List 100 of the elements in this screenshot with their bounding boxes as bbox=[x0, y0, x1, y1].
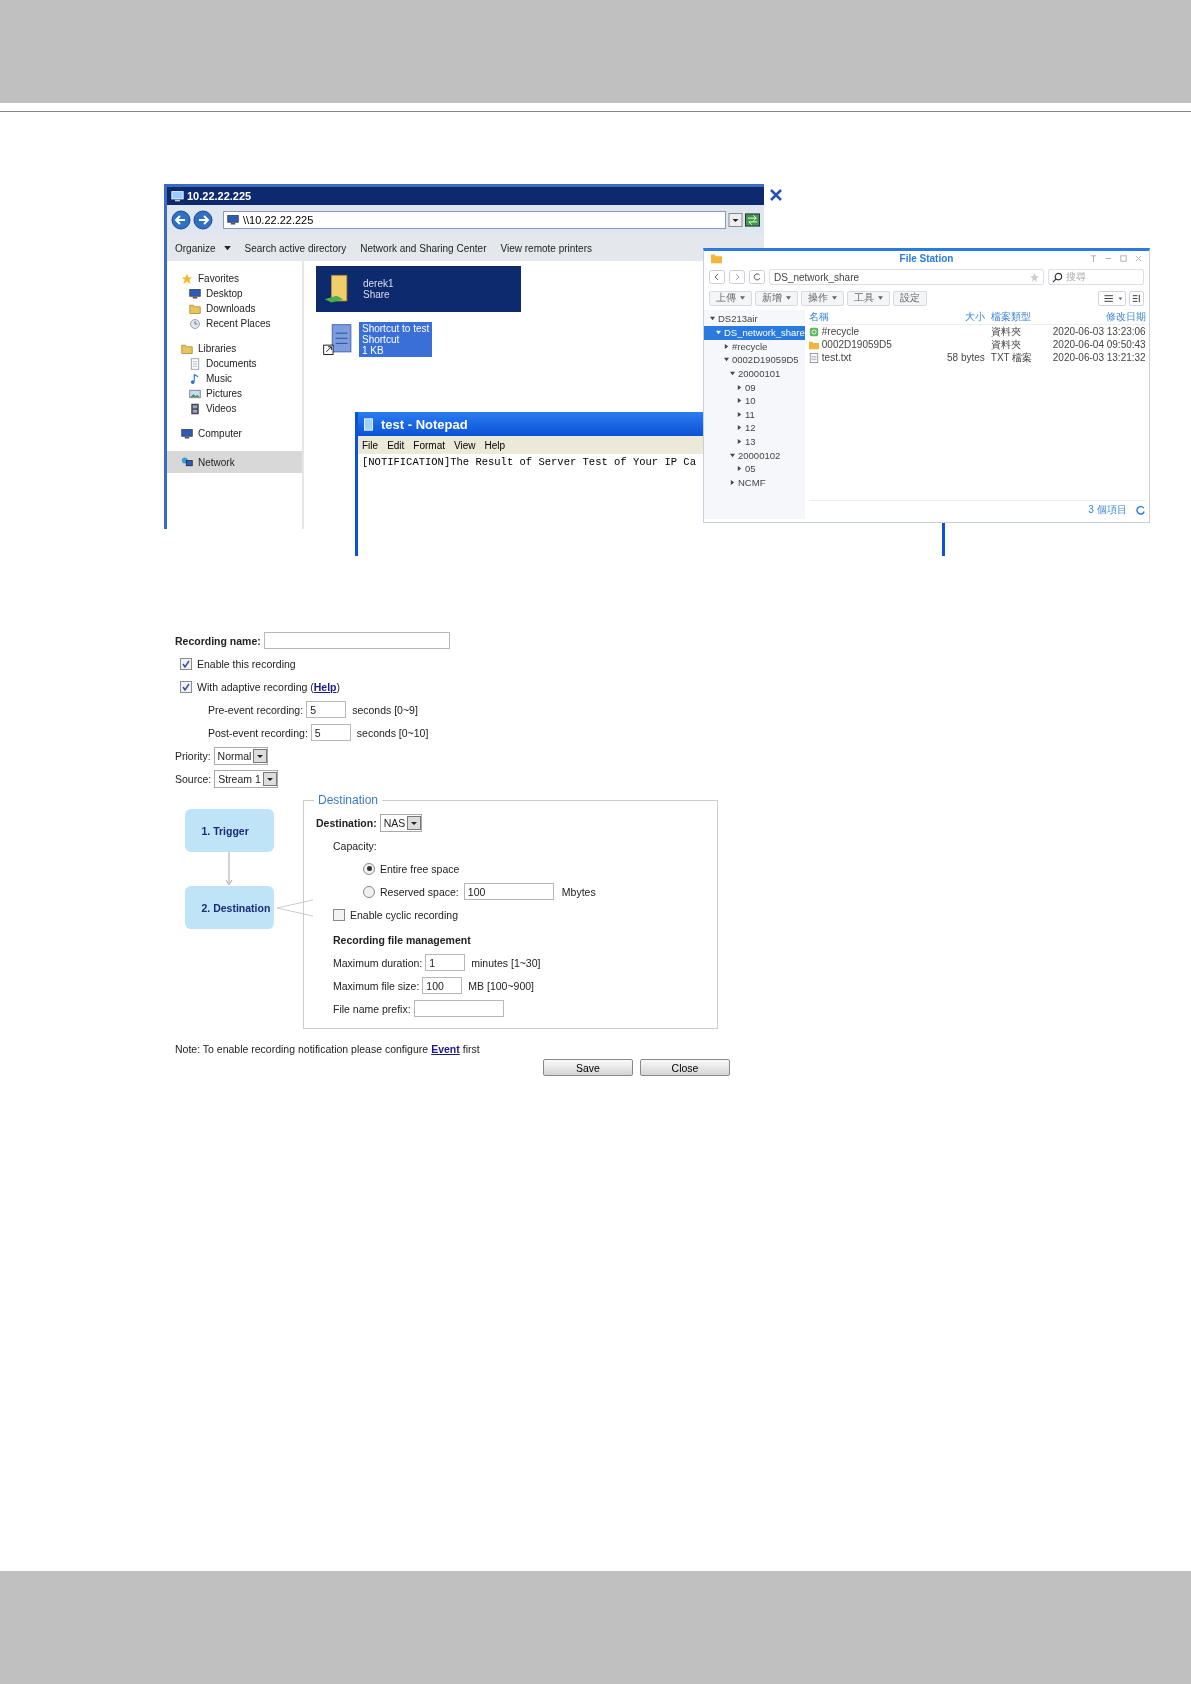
recycle-bin-icon bbox=[808, 326, 819, 337]
panel-legend: Destination bbox=[314, 793, 383, 807]
address-field[interactable]: \\10.22.22.225 bbox=[223, 211, 726, 229]
monitor-icon bbox=[171, 189, 184, 203]
number-field[interactable]: 100 bbox=[463, 883, 554, 900]
dropdown[interactable]: Stream 1 bbox=[214, 769, 278, 788]
toolbar-button[interactable]: 設定 bbox=[893, 290, 927, 306]
number-field[interactable]: 5 bbox=[306, 701, 347, 718]
star-icon[interactable] bbox=[1030, 272, 1039, 282]
radio-button[interactable] bbox=[363, 862, 375, 875]
path-field[interactable]: DS_network_share bbox=[769, 269, 1044, 285]
folder-tree-item[interactable]: 10 bbox=[704, 393, 805, 408]
folder-tree-item[interactable]: DS_network_share bbox=[704, 325, 805, 340]
note-text: Note: To enable recording notification please configure Event first bbox=[175, 1042, 481, 1057]
nav-item[interactable]: Recent Places bbox=[167, 316, 302, 331]
refresh-icon[interactable] bbox=[1134, 504, 1146, 516]
menu-item[interactable]: Edit bbox=[387, 439, 405, 451]
checkbox[interactable] bbox=[180, 657, 192, 670]
recording-name-field[interactable] bbox=[263, 632, 450, 649]
folder-tree-item[interactable]: 12 bbox=[704, 421, 805, 435]
list-view-icon[interactable] bbox=[1098, 290, 1126, 306]
checkbox[interactable] bbox=[180, 680, 192, 693]
field-label: Recording name: bbox=[175, 634, 261, 647]
file-name: test.txt bbox=[821, 352, 852, 363]
search-icon bbox=[1052, 271, 1063, 283]
folder-tree-item[interactable]: 20000101 bbox=[704, 366, 805, 381]
nav-item[interactable]: Pictures bbox=[167, 386, 302, 401]
refresh-icon[interactable] bbox=[749, 270, 765, 284]
toolbar-button[interactable]: 上傳 bbox=[709, 290, 752, 306]
dropdown[interactable]: NAS bbox=[379, 813, 423, 832]
network-icon bbox=[181, 456, 193, 468]
radio-button[interactable] bbox=[363, 885, 375, 898]
file-row[interactable]: #recycle 資料夾 2020-06-03 13:23:06 bbox=[808, 325, 1146, 338]
nav-item[interactable]: Downloads bbox=[167, 301, 302, 316]
radio-label: Reserved space: bbox=[380, 885, 459, 898]
range-hint: seconds [0~10] bbox=[356, 726, 429, 739]
form-button[interactable]: Save bbox=[543, 1059, 633, 1076]
event-link[interactable]: Event bbox=[431, 1043, 460, 1055]
arrow-icon bbox=[225, 852, 233, 886]
dropdown[interactable]: Normal bbox=[213, 746, 269, 765]
number-field[interactable]: 1 bbox=[425, 954, 466, 971]
item-name: Shortcut to test bbox=[362, 323, 430, 334]
file-row[interactable]: test.txt 58 bytes TXT 檔案 2020-06-03 13:21:32 bbox=[808, 351, 1146, 364]
step-box[interactable]: 2. Destination bbox=[184, 886, 274, 929]
star-icon bbox=[181, 272, 193, 285]
checkbox[interactable] bbox=[333, 908, 345, 921]
menu-item[interactable]: Format bbox=[413, 439, 446, 451]
caret-down-icon bbox=[730, 371, 735, 377]
nav-item[interactable]: Favorites bbox=[167, 271, 302, 286]
form-button[interactable]: Close bbox=[640, 1059, 730, 1076]
music-note-icon bbox=[189, 372, 201, 385]
toolbar-button[interactable]: View remote printers bbox=[500, 242, 592, 254]
folder-tree-item[interactable]: DS213air bbox=[704, 312, 805, 326]
folder-tree-item[interactable]: 09 bbox=[704, 380, 805, 394]
menu-item[interactable]: View bbox=[454, 439, 476, 451]
folder-tree-item[interactable]: #recycle bbox=[704, 339, 805, 354]
file-type: TXT 檔案 bbox=[990, 350, 1033, 365]
close-icon[interactable] bbox=[770, 189, 782, 201]
caret-right-icon bbox=[737, 398, 742, 404]
toolbar-button[interactable]: Organize bbox=[175, 242, 231, 254]
nav-item[interactable]: Desktop bbox=[167, 286, 302, 301]
folder-tree-item[interactable]: NCMF bbox=[704, 475, 805, 490]
step-box[interactable]: 1. Trigger bbox=[184, 809, 274, 852]
folder-tree-item[interactable]: 0002D19059D5 bbox=[704, 353, 805, 367]
window-title: File Station bbox=[899, 253, 954, 264]
folder-tree-item[interactable]: 20000102 bbox=[704, 448, 805, 462]
back-icon[interactable] bbox=[709, 270, 725, 284]
number-field[interactable]: 5 bbox=[310, 724, 351, 741]
shared-folder-item[interactable]: derek1 Share bbox=[316, 266, 521, 312]
toolbar-button[interactable]: 新增 bbox=[755, 290, 798, 306]
nav-item[interactable]: Documents bbox=[167, 356, 302, 371]
column-header[interactable]: 大小 bbox=[926, 310, 991, 324]
toolbar-button[interactable]: 操作 bbox=[801, 290, 844, 306]
nav-item[interactable]: Computer bbox=[167, 426, 302, 441]
column-settings-icon[interactable] bbox=[1129, 290, 1144, 306]
column-header[interactable]: 檔案類型 bbox=[990, 310, 1053, 324]
folder-tree-item[interactable]: 13 bbox=[704, 434, 805, 449]
toolbar-button[interactable]: 工具 bbox=[847, 290, 890, 306]
field-label: Post-event recording: bbox=[208, 726, 308, 739]
toolbar-button[interactable]: Network and Sharing Center bbox=[360, 242, 487, 254]
menu-item[interactable]: File bbox=[362, 439, 379, 451]
nav-item[interactable]: Videos bbox=[167, 401, 302, 416]
field-label: Maximum file size: bbox=[333, 979, 420, 992]
clock-icon bbox=[189, 317, 201, 330]
column-header[interactable]: 修改日期 bbox=[1052, 310, 1146, 324]
nav-item[interactable]: Music bbox=[167, 371, 302, 386]
range-hint: seconds [0~9] bbox=[352, 703, 418, 716]
item-name: derek1 bbox=[363, 278, 394, 289]
film-icon bbox=[189, 402, 201, 415]
number-field[interactable]: 100 bbox=[422, 977, 463, 994]
menu-item[interactable]: Help bbox=[484, 439, 506, 451]
file-row[interactable]: 0002D19059D5 資料夾 2020-06-04 09:50:43 bbox=[808, 338, 1146, 351]
nav-item[interactable]: Network bbox=[167, 451, 302, 473]
folder-tree-item[interactable]: 05 bbox=[704, 461, 805, 476]
column-header[interactable]: 名稱 bbox=[808, 310, 927, 324]
folder-icon bbox=[189, 302, 201, 315]
refresh-arrows-icon[interactable] bbox=[745, 213, 760, 227]
toolbar-button[interactable]: Search active directory bbox=[244, 242, 347, 254]
nav-item[interactable]: Libraries bbox=[167, 341, 302, 356]
text-field[interactable] bbox=[413, 1000, 504, 1017]
